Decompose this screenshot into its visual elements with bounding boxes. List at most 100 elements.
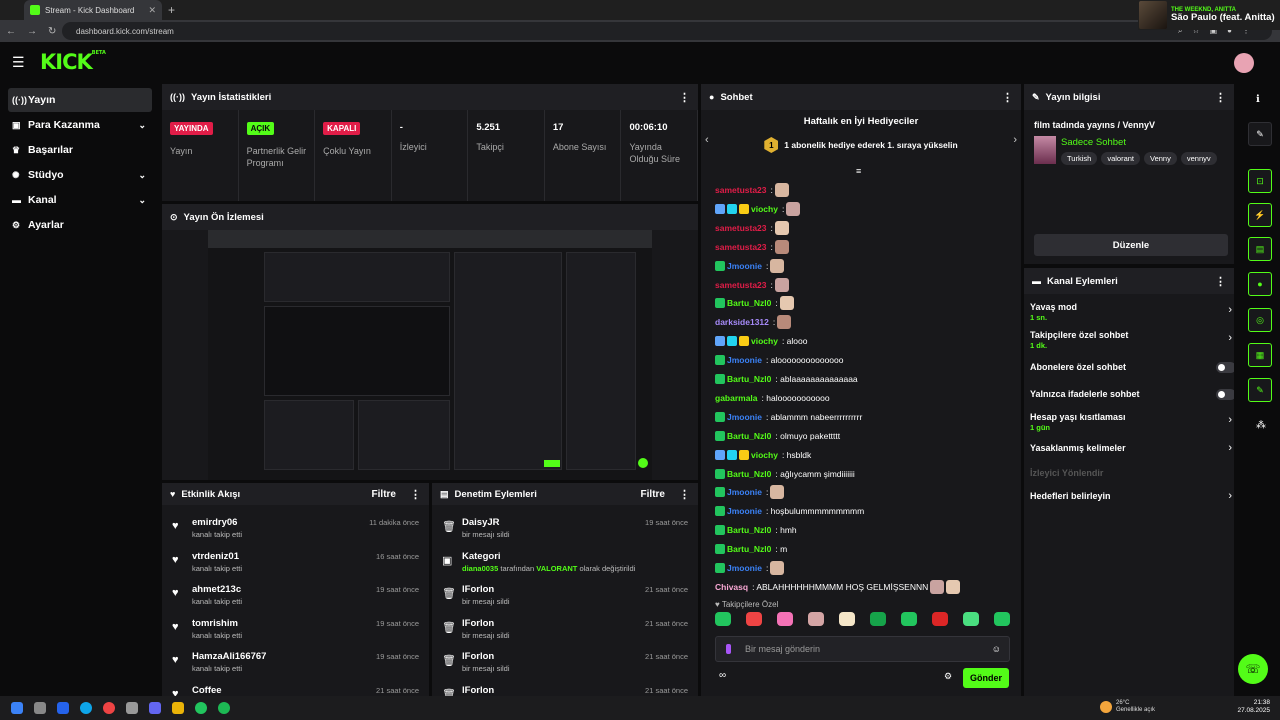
outlook-icon[interactable] [57,702,69,714]
chat-username[interactable]: sametusta23 [715,223,767,233]
send-button[interactable]: Gönder [963,668,1009,688]
media-widget[interactable]: THE WEEKND, ANITTA São Paulo (feat. Anit… [1138,0,1280,30]
edit-icon[interactable]: ✎ [1248,122,1272,146]
chat-message[interactable]: Jmoonie: [715,560,785,576]
chat-message[interactable]: Bartu_Nzl0: ablaaaaaaaaaaaaaa [715,371,858,387]
chat-username[interactable]: Jmoonie [727,261,762,271]
chat-message[interactable]: sametusta23: [715,220,789,236]
points-icon[interactable]: ∞ [719,670,726,681]
channel-action-4[interactable]: Hesap yaşı kısıtlaması 1 gün › [1030,412,1232,432]
chat-username[interactable]: viochy [751,204,778,214]
chevron-down-icon[interactable]: ⌄ [138,170,146,181]
chat-username[interactable]: Bartu_Nzl0 [727,544,771,554]
info-icon[interactable]: ℹ [1256,94,1260,105]
sidebar-item-3[interactable]: ✺ Stüdyo ⌄ [8,163,152,187]
channel-action-2[interactable]: Abonelere özel sohbet [1030,362,1234,373]
windows-start-icon[interactable] [11,702,23,714]
chevron-right-icon[interactable]: › [1228,414,1232,426]
back-icon[interactable]: ← [6,26,16,37]
chat-message[interactable]: Bartu_Nzl0: olmuyo pakettttt [715,428,840,444]
chat-username[interactable]: Jmoonie [727,355,762,365]
tag[interactable]: valorant [1101,152,1140,165]
camera-icon[interactable]: ⊡ [1248,169,1272,193]
chat-username[interactable]: Bartu_Nzl0 [727,374,771,384]
emote-icon[interactable] [715,612,731,626]
channel-action-1[interactable]: Takipçilere özel sohbet 1 dk. › [1030,330,1232,350]
chat-username[interactable]: Jmoonie [727,412,762,422]
reload-icon[interactable]: ↻ [48,26,56,37]
chevron-right-icon[interactable]: › [1228,442,1232,454]
chat-username[interactable]: Jmoonie [727,506,762,516]
emote-icon[interactable] [746,612,762,626]
more-icon[interactable]: ⋮ [679,488,690,501]
forward-icon[interactable]: → [27,26,37,37]
chat-bubble-icon[interactable]: ● [1248,272,1272,296]
discord-icon[interactable] [149,702,161,714]
chat-input[interactable]: Bir mesaj gönderin ☺ [715,636,1010,662]
weather-widget[interactable]: 26°C Genellikle açık [1100,700,1155,713]
chat-username[interactable]: darkside1312 [715,317,769,327]
chevron-right-icon[interactable]: › [1228,490,1232,502]
chat-message[interactable]: Jmoonie: [715,484,785,500]
more-icon[interactable]: ⋮ [1002,91,1013,104]
chat-message[interactable]: Bartu_Nzl0: m [715,541,787,557]
filter-button[interactable]: Filtre [641,489,665,500]
chat-username[interactable]: Bartu_Nzl0 [727,431,771,441]
emote-icon[interactable] [777,612,793,626]
chat-message[interactable]: Bartu_Nzl0: ağlıycamm şimdiiiiiii [715,466,855,482]
emote-icon[interactable] [963,612,979,626]
spotify-icon[interactable] [218,702,230,714]
feed-row[interactable]: ♥ tomrishim kanalı takip etti 19 saat önce [172,616,419,649]
feed-row[interactable]: ♥ ahmet213c kanalı takip etti 19 saat önce [172,582,419,615]
chevron-right-icon[interactable]: › [1228,304,1232,316]
bolt-icon[interactable]: ⚡ [1248,203,1272,227]
chat-message[interactable]: Jmoonie: aloooooooooooooo [715,352,843,368]
chat-message[interactable]: Chivasq: ABLAHHHHHHMMMM HOŞ GELMİŞSENNN [715,579,961,595]
moderation-row[interactable]: ▣ Kategori diana0035 tarafından VALORANT o… [442,549,688,582]
chat-username[interactable]: viochy [751,450,778,460]
chat-username[interactable]: Chivasq [715,582,748,592]
chat-message[interactable]: Jmoonie: [715,258,785,274]
preview-video[interactable] [208,230,652,480]
emoji-icon[interactable]: ☺ [992,644,1001,654]
feed-row[interactable]: ♥ Coffee 21 saat önce [172,683,419,697]
emote-icon[interactable] [839,612,855,626]
taskview-icon[interactable] [34,702,46,714]
more-icon[interactable]: ⋮ [679,91,690,104]
chat-username[interactable]: gabarmala [715,393,758,403]
tag[interactable]: vennyv [1180,152,1217,165]
moderation-row[interactable]: 🗑 lForlon bir mesajı sildi 21 saat önce [442,616,688,649]
sidebar-item-1[interactable]: ▣ Para Kazanma ⌄ [8,113,152,137]
collapse-icon[interactable]: ≡ [856,166,861,176]
chevron-right-icon[interactable]: › [1228,332,1232,344]
chat-username[interactable]: viochy [751,336,778,346]
chat-username[interactable]: Bartu_Nzl0 [727,525,771,535]
gift-cta[interactable]: 1 1 abonelik hediye ederek 1. sıraya yüks… [701,132,1021,158]
close-icon[interactable]: ✕ [148,5,156,16]
toggle-switch[interactable] [1216,362,1234,373]
emote-icon[interactable] [901,612,917,626]
chat-message[interactable]: Bartu_Nzl0: [715,295,794,311]
chevron-left-icon[interactable]: ‹ [705,134,709,146]
kick-logo[interactable]: KICKBETA [40,50,106,74]
moderation-row[interactable]: 🗑 lForlon bir mesajı sildi 21 saat önce [442,649,688,682]
toggle-switch[interactable] [1216,389,1234,400]
feed-row[interactable]: ♥ vtrdeniz01 kanalı takip etti 16 saat önce [172,549,419,582]
tag[interactable]: Turkish [1061,152,1098,165]
chat-username[interactable]: sametusta23 [715,280,767,290]
emote-icon[interactable] [870,612,886,626]
sidebar-item-5[interactable]: ⚙ Ayarlar [8,213,152,237]
more-icon[interactable]: ⋮ [1215,275,1226,288]
chat-message[interactable]: sametusta23: [715,277,789,293]
browser-tab[interactable]: Stream - Kick Dashboard ✕ [24,0,162,20]
sidebar-item-0[interactable]: ((·)) Yayın [8,88,152,112]
feed-row[interactable]: ♥ HamzaAli166767 kanalı takip etti 19 saat … [172,649,419,682]
tag[interactable]: Venny [1144,152,1177,165]
app-icon[interactable] [103,702,115,714]
chat-message[interactable]: gabarmala: halooooooooooo [715,390,830,406]
channel-action-5[interactable]: Yasaklanmış kelimeler › [1030,442,1232,454]
more-icon[interactable]: ⋮ [410,488,421,501]
moderation-row[interactable]: 🗑 lForlon 21 saat önce [442,683,688,697]
layout-icon[interactable]: ▦ [1248,343,1272,367]
edit-button[interactable]: Düzenle [1034,234,1228,256]
